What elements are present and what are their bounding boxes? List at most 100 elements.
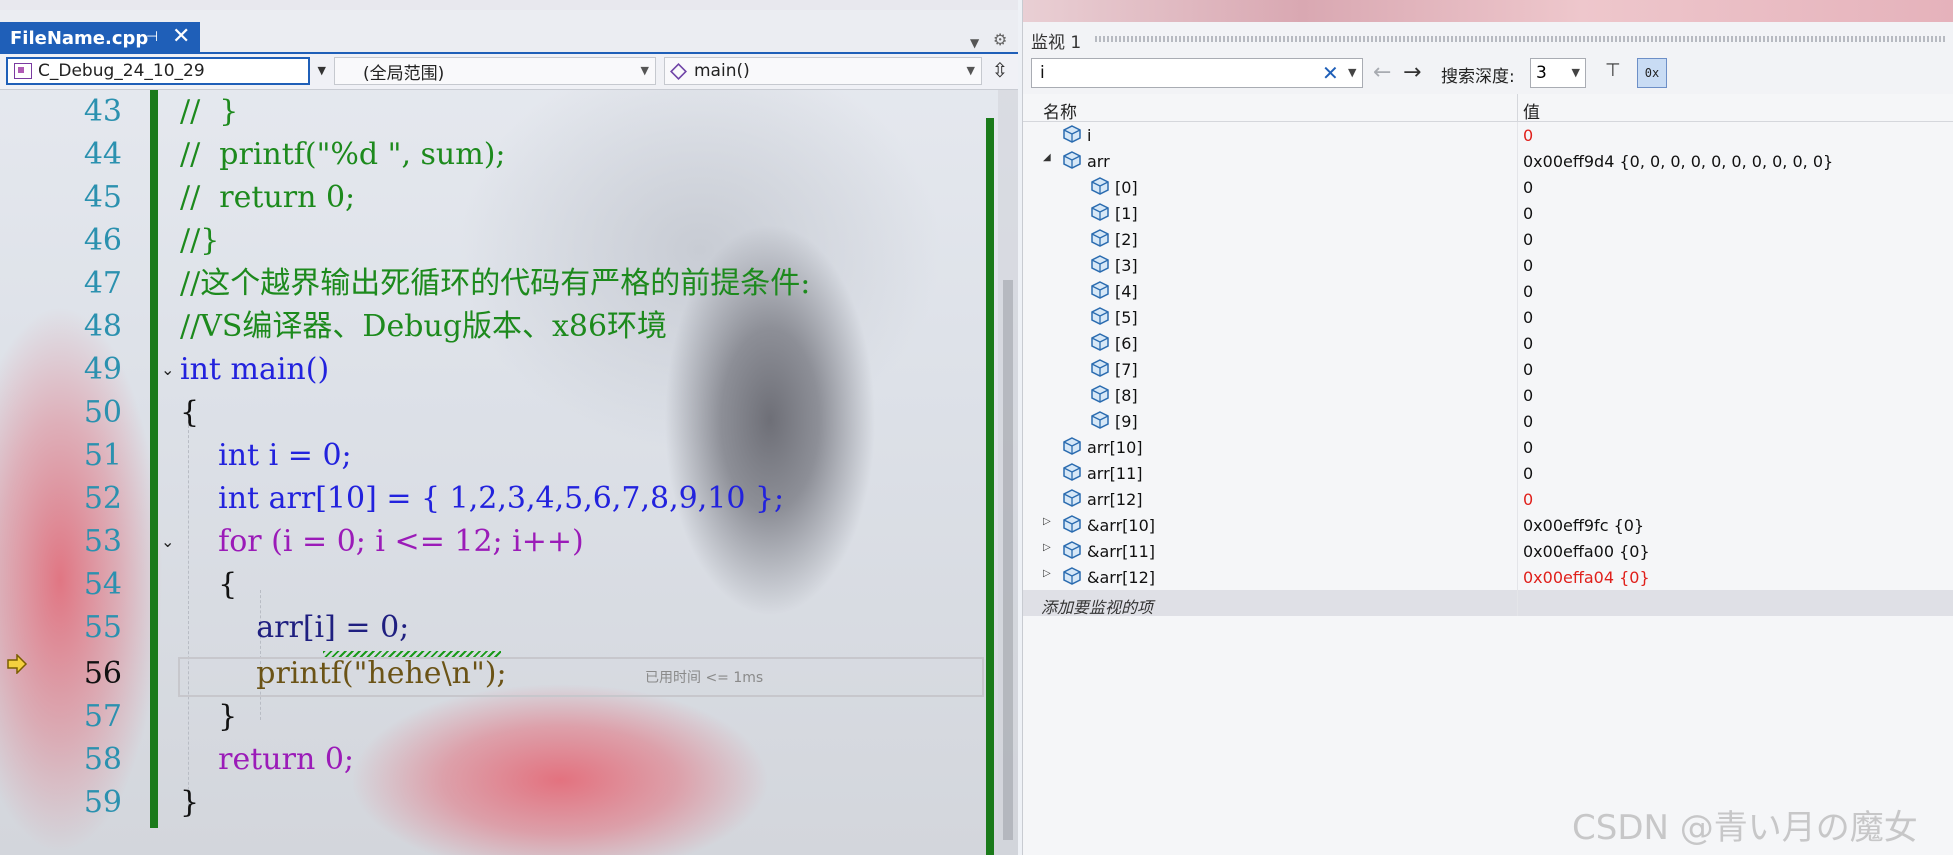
code-line-current[interactable]: 56 printf("hehe\n"); <box>0 652 990 695</box>
watch-row[interactable]: arr[10] 0 <box>1023 434 1953 460</box>
drag-grip[interactable] <box>1095 36 1945 42</box>
watch-row[interactable]: ◢ arr 0x00eff9d4 {0, 0, 0, 0, 0, 0, 0, 0, … <box>1023 148 1953 174</box>
project-dropdown[interactable]: C_Debug_24_10_29 ▼ <box>6 57 326 85</box>
code-line[interactable]: 50 { <box>0 391 990 434</box>
code-line[interactable]: 57 } <box>0 695 990 738</box>
code-line[interactable]: 51 int i = 0; <box>0 434 990 477</box>
close-icon[interactable]: ✕ <box>172 24 190 49</box>
code-line[interactable]: 53 ⌄ for (i = 0; i <= 12; i++) <box>0 520 990 563</box>
chevron-down-icon[interactable]: ▼ <box>318 64 326 77</box>
chevron-down-icon[interactable]: ▼ <box>1348 59 1356 87</box>
vertical-scrollbar[interactable] <box>998 90 1018 855</box>
line-number: 44 <box>83 137 122 172</box>
watch-value[interactable]: 0 <box>1523 490 1533 509</box>
code-line[interactable]: 46 //} <box>0 219 990 262</box>
watch-row[interactable]: [5] 0 <box>1023 304 1953 330</box>
code-line[interactable]: 44 // printf("%d ", sum); <box>0 133 990 176</box>
code-text: // printf("%d ", sum); <box>180 137 506 172</box>
watch-search-input[interactable]: i ✕ ▼ <box>1031 58 1363 88</box>
watch-row[interactable]: [0] 0 <box>1023 174 1953 200</box>
function-dropdown[interactable]: main() ▼ <box>664 57 982 85</box>
code-line[interactable]: 58 return 0; <box>0 738 990 781</box>
expand-arrow-icon[interactable]: ▷ <box>1043 568 1051 579</box>
clear-search-icon[interactable]: ✕ <box>1322 59 1339 87</box>
column-divider <box>1517 304 1518 330</box>
watch-row[interactable]: [1] 0 <box>1023 200 1953 226</box>
watch-value[interactable]: 0x00effa04 {0} <box>1523 568 1650 587</box>
watch-row[interactable]: ▷ &arr[10] 0x00eff9fc {0} <box>1023 512 1953 538</box>
code-line[interactable]: 52 int arr[10] = { 1,2,3,4,5,6,7,8,9,10 … <box>0 477 990 520</box>
code-editor[interactable]: FileName.cpp ⊣ ✕ ▼ ⚙ C_Debug_24_10_29 ▼ … <box>0 0 1018 855</box>
watch-row[interactable]: ▷ &arr[12] 0x00effa04 {0} <box>1023 564 1953 590</box>
search-depth-select[interactable]: 3 ▼ <box>1530 58 1586 88</box>
watch-row[interactable]: arr[12] 0 <box>1023 486 1953 512</box>
watch-value[interactable]: 0 <box>1523 126 1533 145</box>
code-line[interactable]: 54 { <box>0 563 990 606</box>
tab-list-dropdown-icon[interactable]: ▼ <box>970 36 979 50</box>
tab-filename[interactable]: FileName.cpp ⊣ ✕ <box>0 22 200 54</box>
watch-value[interactable]: 0 <box>1523 412 1533 431</box>
hex-display-button[interactable]: 0x <box>1637 58 1667 88</box>
watch-row[interactable]: ▷ &arr[11] 0x00effa00 {0} <box>1023 538 1953 564</box>
code-line[interactable]: 48 //VS编译器、Debug版本、x86环境 <box>0 305 990 348</box>
watch-value[interactable]: 0 <box>1523 308 1533 327</box>
fold-chevron-icon[interactable]: ⌄ <box>161 520 174 563</box>
variable-cube-icon <box>1091 333 1109 351</box>
watch-row[interactable]: [2] 0 <box>1023 226 1953 252</box>
add-watch-item[interactable]: 添加要监视的项 <box>1023 590 1953 617</box>
watch-value[interactable]: 0 <box>1523 464 1533 483</box>
scrollbar-thumb[interactable] <box>1003 280 1013 840</box>
code-line[interactable]: 59 } <box>0 781 990 824</box>
watch-value[interactable]: 0 <box>1523 282 1533 301</box>
expand-arrow-icon[interactable]: ▷ <box>1043 516 1051 527</box>
watch-value[interactable]: 0 <box>1523 256 1533 275</box>
watch-value[interactable]: 0x00eff9d4 {0, 0, 0, 0, 0, 0, 0, 0, 0, 0… <box>1523 152 1833 171</box>
watch-value[interactable]: 0 <box>1523 230 1533 249</box>
watch-row[interactable]: arr[11] 0 <box>1023 460 1953 486</box>
watch-row[interactable]: i0 <box>1023 122 1953 148</box>
watch-row[interactable]: [4] 0 <box>1023 278 1953 304</box>
expand-arrow-icon[interactable]: ▷ <box>1043 542 1051 553</box>
code-line[interactable]: 47 //这个越界输出死循环的代码有严格的前提条件: <box>0 262 990 305</box>
forward-arrow-icon[interactable]: → <box>1403 60 1421 85</box>
collapse-arrow-icon[interactable]: ◢ <box>1043 152 1051 163</box>
line-number: 43 <box>83 94 122 129</box>
watch-row[interactable]: [9] 0 <box>1023 408 1953 434</box>
gear-icon[interactable]: ⚙ <box>993 30 1007 49</box>
code-line[interactable]: 45 // return 0; <box>0 176 990 219</box>
watch-value[interactable]: 0 <box>1523 360 1533 379</box>
watch-row[interactable]: [3] 0 <box>1023 252 1953 278</box>
pin-icon[interactable]: ⊣ <box>146 29 158 45</box>
watch-title-bar[interactable]: 监视 1 <box>1023 22 1953 56</box>
fold-chevron-icon[interactable]: ⌄ <box>161 348 174 391</box>
code-line[interactable]: 43 // } <box>0 90 990 133</box>
chevron-down-icon: ▼ <box>1571 66 1580 79</box>
project-name: C_Debug_24_10_29 <box>38 61 205 81</box>
watch-value[interactable]: 0 <box>1523 386 1533 405</box>
scope-dropdown[interactable]: (全局范围) ▼ <box>334 57 656 85</box>
column-divider[interactable] <box>1517 94 1518 122</box>
line-number: 53 <box>83 524 122 559</box>
watch-value[interactable]: 0 <box>1523 178 1533 197</box>
pin-icon[interactable]: ⊤ <box>1605 60 1627 86</box>
watch-value[interactable]: 0 <box>1523 334 1533 353</box>
column-name-header[interactable]: 名称 <box>1043 98 1077 123</box>
variable-cube-icon <box>1091 281 1109 299</box>
code-text: return 0; <box>180 742 355 777</box>
line-number: 57 <box>83 699 122 734</box>
watch-row[interactable]: [6] 0 <box>1023 330 1953 356</box>
split-editor-button[interactable]: ⇳ <box>988 58 1012 86</box>
code-line[interactable]: 49 ⌄ int main() <box>0 348 990 391</box>
watch-value[interactable]: 0x00effa00 {0} <box>1523 542 1650 561</box>
line-number: 46 <box>83 223 122 258</box>
watch-value[interactable]: 0 <box>1523 204 1533 223</box>
back-arrow-icon[interactable]: ← <box>1373 60 1391 85</box>
watch-value[interactable]: 0 <box>1523 438 1533 457</box>
watch-row[interactable]: [7] 0 <box>1023 356 1953 382</box>
variable-cube-icon <box>1091 411 1109 429</box>
watch-value[interactable]: 0x00eff9fc {0} <box>1523 516 1644 535</box>
line-number: 58 <box>83 742 122 777</box>
watch-row[interactable]: [8] 0 <box>1023 382 1953 408</box>
column-value-header[interactable]: 值 <box>1523 98 1540 123</box>
code-line[interactable]: 55 arr[i] = 0; <box>0 606 990 649</box>
